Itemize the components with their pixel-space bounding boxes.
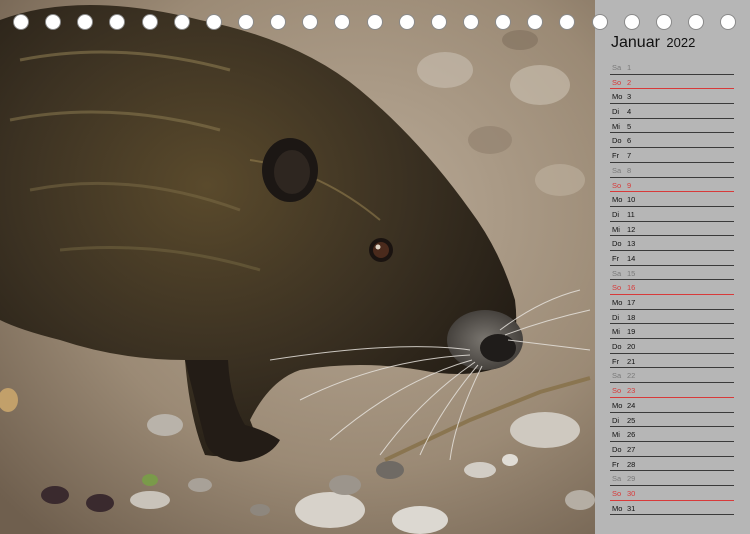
day-number: 2	[627, 77, 632, 87]
day-row: Do 13	[610, 236, 734, 251]
day-row: Mo 24	[610, 398, 734, 413]
day-number: 26	[627, 430, 636, 440]
day-weekday: So	[612, 77, 622, 87]
day-weekday: Fr	[612, 356, 620, 366]
day-number: 14	[627, 253, 636, 263]
day-weekday: Mo	[612, 195, 623, 205]
day-row: So 9	[610, 178, 734, 193]
day-row: Sa 1	[610, 60, 734, 75]
day-row: Sa 29	[610, 471, 734, 486]
day-weekday: Mi	[612, 430, 620, 440]
day-row: Mo 31	[610, 501, 734, 516]
day-row: So 30	[610, 486, 734, 501]
day-row: So 23	[610, 383, 734, 398]
day-number: 22	[627, 371, 636, 381]
day-weekday: Di	[612, 209, 620, 219]
day-number: 31	[627, 503, 636, 513]
day-number: 10	[627, 195, 636, 205]
day-row: Do 27	[610, 442, 734, 457]
day-weekday: So	[612, 283, 622, 293]
day-number: 15	[627, 268, 636, 278]
day-number: 1	[627, 63, 632, 72]
day-weekday: Di	[612, 107, 620, 117]
day-weekday: So	[612, 386, 622, 396]
day-weekday: Di	[612, 415, 620, 425]
day-weekday: Sa	[612, 371, 622, 381]
day-row: Mi 12	[610, 222, 734, 237]
day-number: 16	[627, 283, 636, 293]
day-number: 23	[627, 386, 636, 396]
day-row: Di 25	[610, 413, 734, 428]
day-number: 28	[627, 459, 636, 469]
day-row: Di 4	[610, 104, 734, 119]
day-weekday: Do	[612, 239, 622, 249]
day-weekday: Do	[612, 136, 622, 146]
nutria-photo	[0, 0, 595, 534]
day-number: 5	[627, 121, 632, 131]
day-number: 27	[627, 444, 636, 454]
day-number: 19	[627, 327, 636, 337]
day-number: 8	[627, 165, 632, 175]
day-weekday: Sa	[612, 474, 622, 484]
day-weekday: Mi	[612, 121, 620, 131]
month-title: Januar 2022	[611, 34, 695, 52]
day-row: Mi 5	[610, 119, 734, 134]
day-weekday: Sa	[612, 63, 622, 72]
day-row: Mo 3	[610, 89, 734, 105]
day-number: 25	[627, 415, 636, 425]
day-row: Mi 26	[610, 427, 734, 442]
day-row: So 2	[610, 75, 734, 90]
day-weekday: So	[612, 488, 622, 498]
day-row: Sa 8	[610, 163, 734, 178]
month-year: 2022	[666, 35, 696, 50]
day-list: Sa 1 So 2 Mo 3 Di 4 Mi 5 Do 6 Fr 7 Sa 8 So 9 Mo 10 Di 11 Mi 12 D…	[610, 60, 734, 516]
day-number: 6	[627, 136, 632, 146]
day-row: Do 20	[610, 339, 734, 354]
day-row: Fr 28	[610, 457, 734, 472]
day-weekday: Mo	[612, 298, 623, 307]
day-number: 18	[627, 312, 636, 322]
day-row: So 16	[610, 280, 734, 295]
day-row: Fr 14	[610, 251, 734, 266]
day-weekday: Sa	[612, 165, 622, 175]
day-row: Mo 17	[610, 295, 734, 310]
day-row: Fr 21	[610, 354, 734, 369]
day-number: 29	[627, 474, 636, 484]
day-row: Mi 19	[610, 324, 734, 340]
day-number: 7	[627, 151, 632, 161]
day-row: Di 11	[610, 207, 734, 222]
day-number: 4	[627, 107, 632, 117]
day-weekday: Mo	[612, 400, 623, 410]
day-row: Fr 7	[610, 148, 734, 163]
day-number: 3	[627, 92, 632, 102]
day-number: 13	[627, 239, 636, 249]
day-number: 17	[627, 298, 636, 307]
day-row: Sa 15	[610, 266, 734, 281]
day-number: 30	[627, 488, 636, 498]
day-weekday: Fr	[612, 151, 620, 161]
day-row: Sa 22	[610, 368, 734, 384]
calendar-photo	[0, 0, 595, 534]
day-number: 9	[627, 180, 632, 190]
day-number: 20	[627, 342, 636, 352]
day-weekday: Mo	[612, 503, 623, 513]
day-weekday: Di	[612, 312, 620, 322]
day-weekday: Mi	[612, 224, 620, 234]
day-weekday: Fr	[612, 253, 620, 263]
day-weekday: Sa	[612, 268, 622, 278]
day-weekday: Mo	[612, 92, 623, 102]
day-weekday: Do	[612, 444, 622, 454]
day-weekday: Do	[612, 342, 622, 352]
day-row: Do 6	[610, 133, 734, 149]
day-weekday: So	[612, 180, 622, 190]
day-row: Mo 10	[610, 192, 734, 207]
day-number: 24	[627, 400, 636, 410]
day-number: 21	[627, 356, 636, 366]
month-name: Januar	[611, 34, 660, 51]
day-weekday: Mi	[612, 327, 620, 337]
day-number: 11	[627, 209, 635, 219]
day-number: 12	[627, 224, 636, 234]
day-weekday: Fr	[612, 459, 620, 469]
day-row: Di 18	[610, 310, 734, 325]
